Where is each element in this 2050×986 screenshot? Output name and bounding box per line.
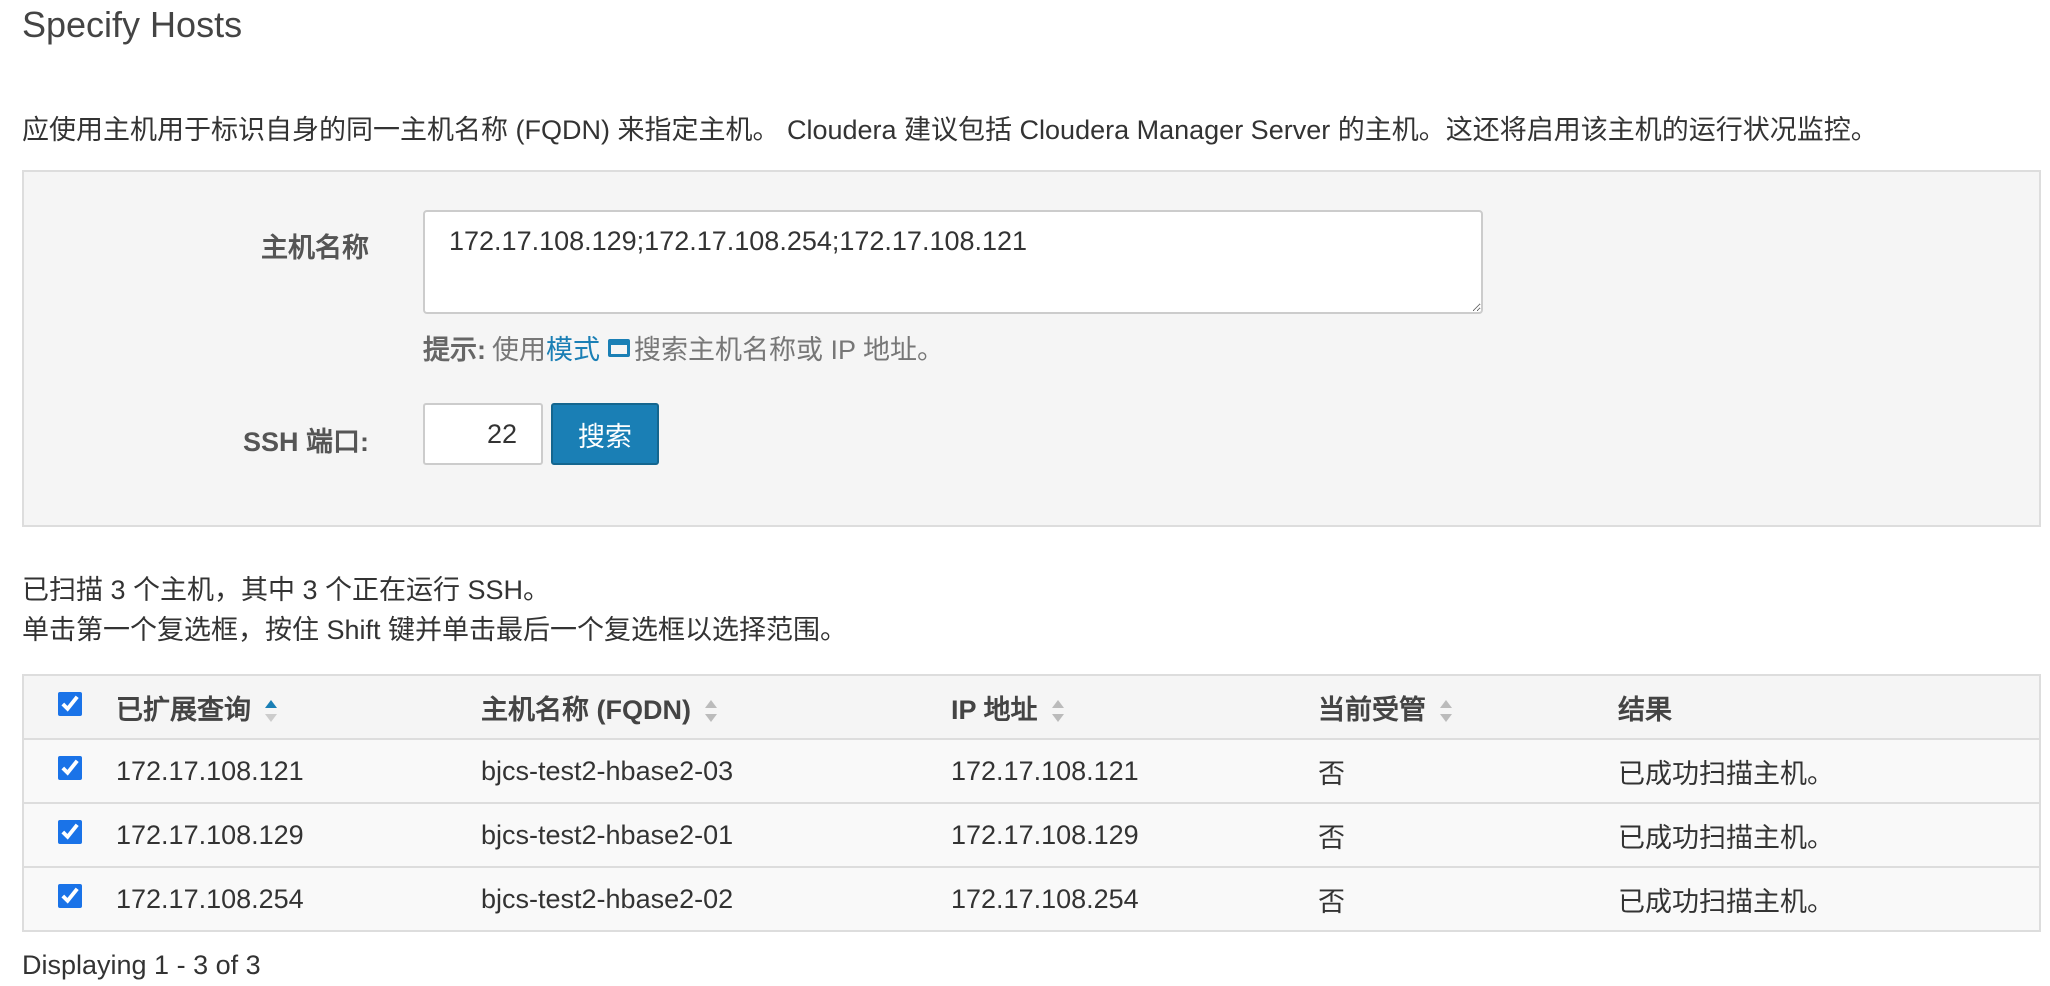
table-row: 172.17.108.121 bjcs-test2-hbase2-03 172.… — [22, 738, 2041, 804]
row-select-cell — [22, 866, 116, 932]
pagination-count: Displaying 1 - 3 of 3 — [22, 950, 261, 980]
scan-summary: 已扫描 3 个主机，其中 3 个正在运行 SSH。 单击第一个复选框，按住 Sh… — [22, 570, 847, 650]
hostnames-label: 主机名称 — [261, 233, 369, 263]
column-header-managed[interactable]: 当前受管 — [1318, 674, 1618, 740]
sort-icon[interactable] — [1440, 700, 1452, 723]
host-search-form: 主机名称 提示: 使用 模式 搜索主机名称或 IP 地址。 SSH 端口: 搜索 — [22, 170, 2041, 527]
pattern-link[interactable]: 模式 — [546, 328, 600, 367]
row-checkbox[interactable] — [58, 755, 82, 780]
column-label: 结果 — [1618, 694, 1672, 725]
column-label: IP 地址 — [951, 694, 1038, 725]
column-label: 主机名称 (FQDN) — [481, 694, 691, 725]
select-all-cell — [22, 674, 116, 740]
column-label: 当前受管 — [1318, 694, 1426, 725]
table-row: 172.17.108.129 bjcs-test2-hbase2-01 172.… — [22, 802, 2041, 868]
column-header-ip[interactable]: IP 地址 — [951, 674, 1318, 740]
row-select-cell — [22, 738, 116, 804]
cell-ip: 172.17.108.129 — [951, 802, 1318, 868]
hint-text-before: 使用 — [492, 335, 546, 365]
hostnames-textarea[interactable] — [423, 210, 1483, 314]
search-button[interactable]: 搜索 — [551, 403, 659, 465]
row-select-cell — [22, 802, 116, 868]
window-icon[interactable] — [608, 338, 630, 357]
cell-managed: 否 — [1318, 738, 1618, 804]
scan-summary-line-2: 单击第一个复选框，按住 Shift 键并单击最后一个复选框以选择范围。 — [22, 615, 848, 645]
ssh-port-input[interactable] — [423, 403, 543, 465]
table-header-row: 已扩展查询 主机名称 (FQDN) IP 地址 当前受管 结果 — [22, 674, 2041, 740]
cell-managed: 否 — [1318, 802, 1618, 868]
table-row: 172.17.108.254 bjcs-test2-hbase2-02 172.… — [22, 866, 2041, 932]
cell-managed: 否 — [1318, 866, 1618, 932]
sort-asc-icon[interactable] — [265, 700, 277, 723]
column-header-fqdn[interactable]: 主机名称 (FQDN) — [481, 674, 951, 740]
hint-text-after: 搜索主机名称或 IP 地址。 — [634, 335, 945, 365]
cell-ip: 172.17.108.121 — [951, 738, 1318, 804]
column-label: 已扩展查询 — [116, 694, 251, 725]
ssh-port-label: SSH 端口: — [242, 427, 369, 457]
intro-text: 应使用主机用于标识自身的同一主机名称 (FQDN) 来指定主机。 Clouder… — [22, 115, 1878, 145]
hosts-table: 已扩展查询 主机名称 (FQDN) IP 地址 当前受管 结果 172.17.1… — [22, 674, 2041, 932]
column-header-expanded-query[interactable]: 已扩展查询 — [116, 674, 481, 740]
column-header-result: 结果 — [1618, 674, 2041, 740]
specify-hosts-page: Specify Hosts 应使用主机用于标识自身的同一主机名称 (FQDN) … — [0, 0, 2050, 986]
cell-expanded-query: 172.17.108.129 — [116, 802, 481, 868]
scan-summary-line-1: 已扫描 3 个主机，其中 3 个正在运行 SSH。 — [22, 575, 551, 605]
cell-expanded-query: 172.17.108.254 — [116, 866, 481, 932]
cell-ip: 172.17.108.254 — [951, 866, 1318, 932]
row-checkbox[interactable] — [58, 819, 82, 844]
hostnames-hint: 提示: 使用 模式 搜索主机名称或 IP 地址。 — [423, 328, 944, 367]
cell-result: 已成功扫描主机。 — [1618, 802, 2041, 868]
cell-expanded-query: 172.17.108.121 — [116, 738, 481, 804]
cell-fqdn: bjcs-test2-hbase2-01 — [481, 802, 951, 868]
hint-prefix: 提示: — [423, 335, 486, 365]
cell-result: 已成功扫描主机。 — [1618, 866, 2041, 932]
row-checkbox[interactable] — [58, 883, 82, 908]
cell-fqdn: bjcs-test2-hbase2-02 — [481, 866, 951, 932]
sort-icon[interactable] — [704, 700, 717, 723]
page-title: Specify Hosts — [22, 4, 243, 45]
cell-fqdn: bjcs-test2-hbase2-03 — [481, 738, 951, 804]
select-all-checkbox[interactable] — [58, 691, 82, 716]
sort-icon[interactable] — [1051, 700, 1064, 723]
cell-result: 已成功扫描主机。 — [1618, 738, 2041, 804]
